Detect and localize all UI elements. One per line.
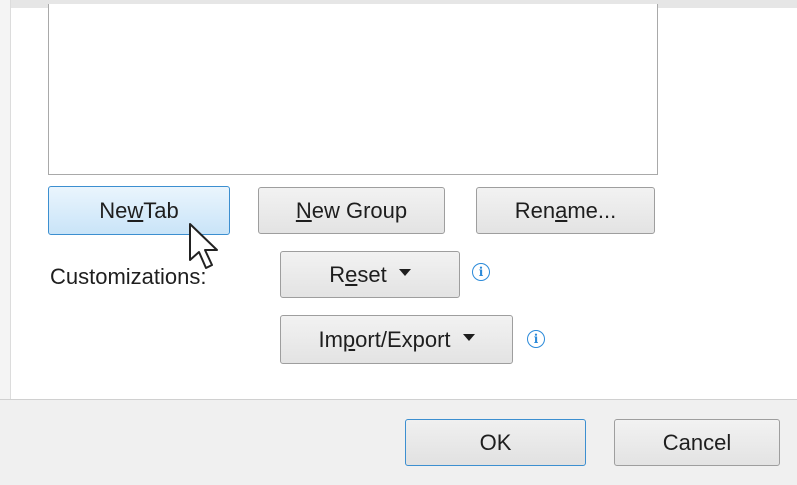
new-group-label-accel: N [295,197,312,223]
new-group-button[interactable]: New Group [258,187,445,234]
import-export-label-pre: Im [318,326,343,352]
new-tab-label-post: Tab [143,197,179,223]
mouse-pointer-icon [189,223,218,269]
rename-label-pre: Ren [514,197,556,223]
info-icon[interactable]: i [472,263,490,281]
cancel-button[interactable]: Cancel [614,419,780,466]
dialog-left-edge [0,0,11,400]
new-tab-label-accel: w [127,197,144,223]
customizations-label: Customizations: [50,264,207,289]
rename-label-post: me... [567,197,617,223]
reset-label-post: set [357,261,387,287]
rename-button[interactable]: Ren a me... [476,187,655,234]
info-icon[interactable]: i [527,330,545,348]
ok-button[interactable]: OK [405,419,586,466]
chevron-down-icon [398,269,411,276]
import-export-label-accel: p [342,326,356,352]
rename-label-accel: a [555,197,568,223]
reset-label-accel: e [345,261,358,287]
reset-dropdown-button[interactable]: Re set [280,251,460,298]
reset-label-pre: R [329,261,346,287]
chevron-down-icon [462,334,475,341]
new-tab-label-pre: Ne [99,197,128,223]
dialog-footer: OK Cancel [0,400,797,485]
ribbon-tabs-listbox[interactable] [48,4,658,175]
customize-ribbon-dialog: Ne w Tab New Group Ren a me... Customizatio… [0,0,797,485]
import-export-label-post: ort/Export [355,326,451,352]
import-export-dropdown-button[interactable]: Im p ort/Export [280,315,513,364]
new-group-label-post: ew Group [311,197,408,223]
